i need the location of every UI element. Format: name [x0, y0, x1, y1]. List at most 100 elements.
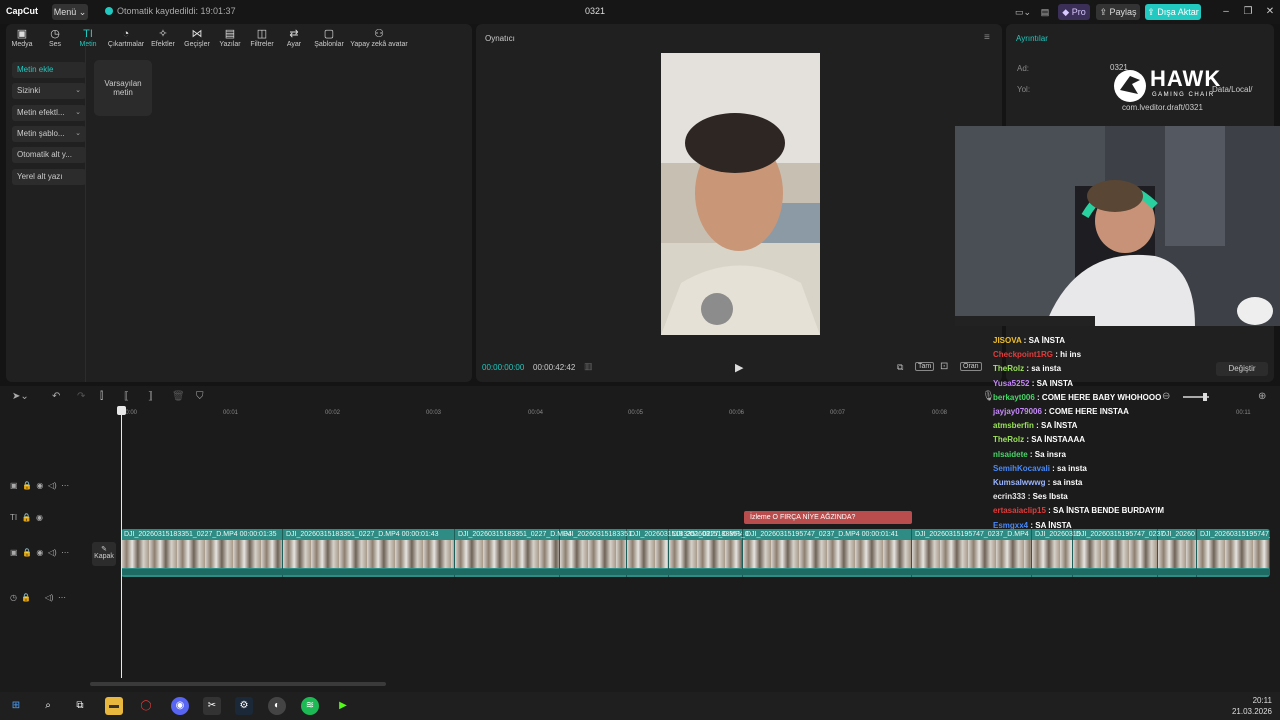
chat-text: SA INSTA	[1036, 378, 1074, 388]
app-logo: CapCut	[6, 6, 38, 16]
timeline-icon[interactable]: ▥	[584, 361, 593, 372]
capcut-icon[interactable]: ✂	[203, 697, 221, 715]
zoom-icon[interactable]: ⊡	[940, 361, 948, 372]
details-title: Ayrıntılar	[1016, 34, 1048, 43]
chat-separator: :	[1045, 506, 1054, 516]
tool-çıkartmalar[interactable]: ◔ Çıkartmalar	[106, 28, 146, 48]
tool-label: Geçişler	[184, 41, 210, 48]
video-preview[interactable]	[661, 53, 820, 335]
text-clip[interactable]: İzleme O FIRÇA NİYE AĞZINDA?	[744, 511, 912, 524]
chat-message: TheRolz : SA İNSTAAAA	[993, 435, 1085, 444]
tool-geçişler[interactable]: ⋈ Geçişler	[183, 28, 211, 48]
chat-user: berkayt006	[993, 392, 1035, 402]
select-tool-icon[interactable]: ➤⌄	[12, 391, 29, 402]
text-track-controls[interactable]: TI 🔒 ◉	[10, 513, 43, 522]
pro-button[interactable]: ◆ Pro	[1058, 4, 1090, 20]
windows-start-icon[interactable]: ⊞	[7, 697, 25, 715]
tool-icon: ◫	[256, 28, 268, 40]
file-explorer-icon[interactable]: ▬	[105, 697, 123, 715]
chat-user: ecrin333	[993, 492, 1026, 502]
timeline-scrollbar[interactable]	[90, 682, 386, 686]
close-icon[interactable]: ✕	[1262, 4, 1278, 20]
taskbar	[0, 692, 1280, 720]
ruler-tick: 00:05	[628, 410, 644, 416]
cover-button[interactable]: ✎ Kapak	[92, 542, 116, 566]
chat-user: TheRolz	[993, 435, 1025, 445]
side-item-2[interactable]: Metin efektl... ⌄	[12, 105, 86, 121]
side-item-3[interactable]: Metin şablo... ⌄	[12, 126, 86, 142]
split-icon[interactable]: ⫿	[100, 391, 103, 402]
shortcuts-icon[interactable]: ▤	[1037, 4, 1053, 20]
task-view-icon[interactable]: ⧉	[71, 697, 89, 715]
tool-icon: ⚇	[374, 28, 384, 40]
track1-controls[interactable]: ▣ 🔒 ◉ ◁) ⋯	[10, 481, 69, 490]
share-button[interactable]: ⇪ Paylaş	[1096, 4, 1140, 20]
full-button[interactable]: Tam	[915, 362, 935, 371]
tool-icon: ⇄	[289, 28, 299, 40]
ratio-button[interactable]: Oran	[960, 362, 982, 371]
chat-message: Esmgxx4 : SA İNSTA	[993, 521, 1072, 530]
side-item-label: Metin efektl...	[17, 108, 65, 117]
player-menu-icon[interactable]: ≡	[984, 32, 990, 43]
tool-şablonlar[interactable]: ▢ Şablonlar	[313, 28, 345, 48]
minimize-icon[interactable]: –	[1218, 4, 1234, 20]
system-clock: 20:11 21.03.2026	[1232, 695, 1272, 717]
autosave-status: Otomatik kaydedildi: 19:01:37	[105, 6, 236, 16]
clip-label: DJI_20260315195747_0237_D.MP4	[915, 531, 1029, 538]
side-item-1[interactable]: Sizinki ⌄	[12, 83, 86, 99]
tool-yapay-zek-avatar[interactable]: ⚇ Yapay zekâ avatar	[350, 28, 408, 48]
chat-message: Kumsalwwwg : sa insta	[993, 478, 1082, 487]
stream-chat: JISOVA : SA İNSTA Checkpoint1RG : hi ins T…	[990, 326, 1280, 530]
playhead-handle[interactable]	[117, 406, 126, 415]
tool-label: Yapay zekâ avatar	[350, 41, 408, 48]
video-track-controls[interactable]: ▣ 🔒 ◉ ◁) ⋯	[10, 548, 69, 557]
delete-icon[interactable]: 🗑	[172, 391, 185, 402]
project-title: 0321	[584, 6, 606, 16]
export-button[interactable]: ⇪ Dışa Aktar	[1145, 4, 1201, 20]
tool-label: Yazılar	[219, 41, 241, 48]
crop-icon[interactable]: ⧉	[897, 362, 903, 373]
chat-separator: :	[1049, 463, 1058, 473]
chat-message: nlsaidete : Sa insra	[993, 450, 1066, 459]
chevron-down-icon: ⌄	[75, 109, 81, 116]
menu-button[interactable]: Menü ⌄	[52, 4, 88, 20]
audio-track-controls[interactable]: ◷ 🔒 ◁) ⋯	[10, 593, 66, 602]
split-left-icon[interactable]: ⟦	[124, 391, 129, 402]
steam-icon[interactable]: ⚙	[235, 697, 253, 715]
split-right-icon[interactable]: ⟧	[148, 391, 153, 402]
tool-efektler[interactable]: ✧ Efektler	[150, 28, 176, 48]
chat-user: SemihKocavali	[993, 463, 1050, 473]
tool-filtreler[interactable]: ◫ Filtreler	[248, 28, 276, 48]
maximize-icon[interactable]: ❐	[1240, 4, 1256, 20]
chat-user: Checkpoint1RG	[993, 350, 1054, 360]
kick-icon[interactable]: ▶	[334, 697, 352, 715]
ruler-tick: 00:06	[729, 410, 745, 416]
shield-icon[interactable]: ⛉	[196, 391, 204, 402]
clip-thumbnails	[1197, 540, 1269, 568]
playhead[interactable]	[121, 406, 122, 678]
redo-icon[interactable]: ↷	[77, 391, 85, 402]
default-text-tile[interactable]: Varsayılan metin	[94, 60, 152, 116]
side-item-label: Sizinki	[17, 86, 41, 95]
chat-user: nlsaidete	[993, 449, 1028, 459]
chat-user: jayjay079006	[993, 407, 1042, 416]
chat-message: ecrin333 : Ses lbsta	[993, 492, 1068, 501]
tool-ayar[interactable]: ⇄ Ayar	[283, 28, 305, 48]
tool-yazılar[interactable]: ▤ Yazılar	[217, 28, 243, 48]
side-item-5[interactable]: Yerel alt yazı	[12, 169, 86, 185]
side-item-4[interactable]: Otomatik alt y...	[12, 147, 86, 163]
undo-icon[interactable]: ↶	[52, 391, 60, 402]
play-icon[interactable]: ▶	[735, 361, 743, 374]
side-item-0[interactable]: Metin ekle	[12, 62, 86, 78]
discord-icon[interactable]: ◉	[171, 697, 189, 715]
chat-separator: :	[1041, 407, 1050, 416]
chat-user: Yusa5252	[993, 378, 1030, 388]
chat-message: jayjay079006 : COME HERE INSTAA	[993, 407, 1129, 416]
ruler-tick: 00:04	[528, 410, 544, 416]
spotify-icon[interactable]: ≋	[301, 697, 319, 715]
obs-icon[interactable]: ◐	[268, 697, 286, 715]
opera-icon[interactable]: ◯	[137, 697, 155, 715]
layout-icon[interactable]: ▭⌄	[1012, 4, 1034, 20]
search-icon[interactable]: ⌕	[39, 697, 57, 715]
chevron-down-icon: ⌄	[75, 87, 81, 94]
